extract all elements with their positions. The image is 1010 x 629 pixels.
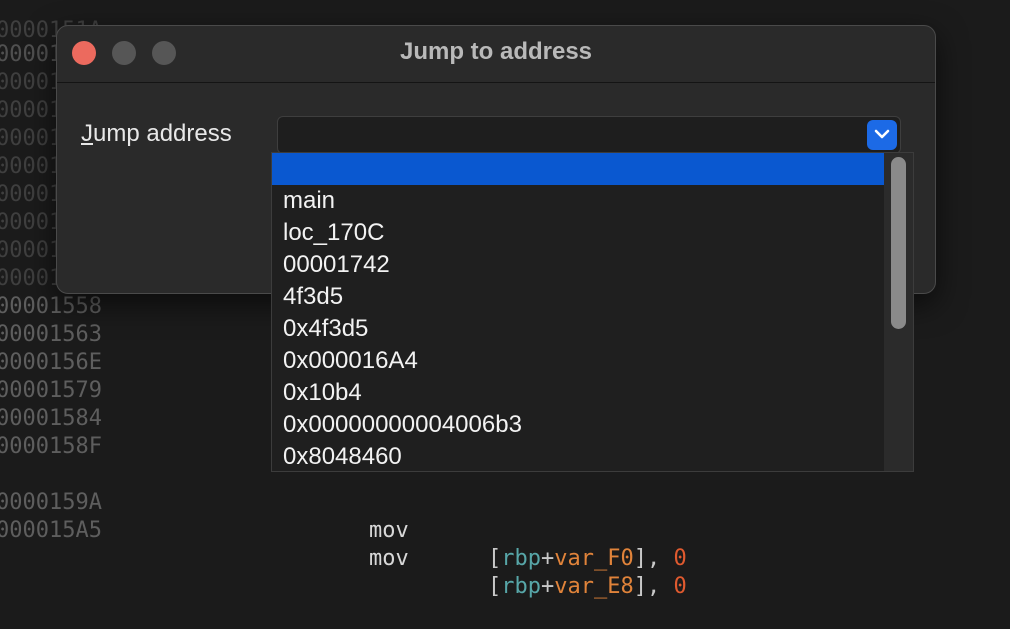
asm-address: 00001579 (0, 378, 102, 403)
asm-address: 00001584 (0, 406, 102, 431)
chevron-down-icon (874, 129, 890, 139)
asm-mnemonic: mov (369, 546, 409, 571)
label-mnemonic: J (81, 120, 93, 147)
dropdown-option[interactable]: loc_170C (272, 217, 885, 249)
dialog-title: Jump to address (399, 38, 593, 65)
label-text: ump address (93, 120, 232, 147)
asm-address: 0000158F (0, 434, 102, 459)
asm-address: 0000156E (0, 350, 102, 375)
dropdown-option[interactable]: main (272, 185, 885, 217)
dropdown-option[interactable]: 0x8048460 (272, 441, 885, 473)
dropdown-option[interactable]: 00001742 (272, 249, 885, 281)
jump-address-label: Jump address (81, 120, 232, 148)
dropdown-option[interactable]: 0x10b4 (272, 377, 885, 409)
jump-address-combobox[interactable] (277, 116, 901, 154)
scrollbar-thumb[interactable] (891, 157, 906, 329)
asm-address: 00001558 (0, 294, 102, 319)
address-history-dropdown: main loc_170C 00001742 4f3d5 0x4f3d5 0x0… (271, 152, 914, 472)
asm-address: 00001563 (0, 322, 102, 347)
asm-mnemonic: mov (369, 518, 409, 543)
asm-address: 000015A5 (0, 518, 102, 543)
dropdown-list: main loc_170C 00001742 4f3d5 0x4f3d5 0x0… (272, 153, 885, 471)
dropdown-option[interactable]: 0x4f3d5 (272, 313, 885, 345)
jump-address-input[interactable] (284, 121, 858, 151)
dropdown-scrollbar[interactable] (884, 153, 913, 471)
asm-row: 000015A5 mov [rbp+var_E8], 0 (0, 489, 1010, 599)
asm-operands: [rbp+var_E8], 0 (488, 574, 687, 599)
dialog-titlebar[interactable]: Jump to address (57, 26, 935, 83)
dropdown-option[interactable]: 4f3d5 (272, 281, 885, 313)
dropdown-option[interactable]: 0x000016A4 (272, 345, 885, 377)
dropdown-toggle-button[interactable] (867, 120, 897, 150)
dropdown-option[interactable]: 0x00000000004006b3 (272, 409, 885, 441)
dropdown-option[interactable] (272, 153, 885, 185)
asm-operands: [rbp+var_F0], 0 (488, 546, 687, 571)
